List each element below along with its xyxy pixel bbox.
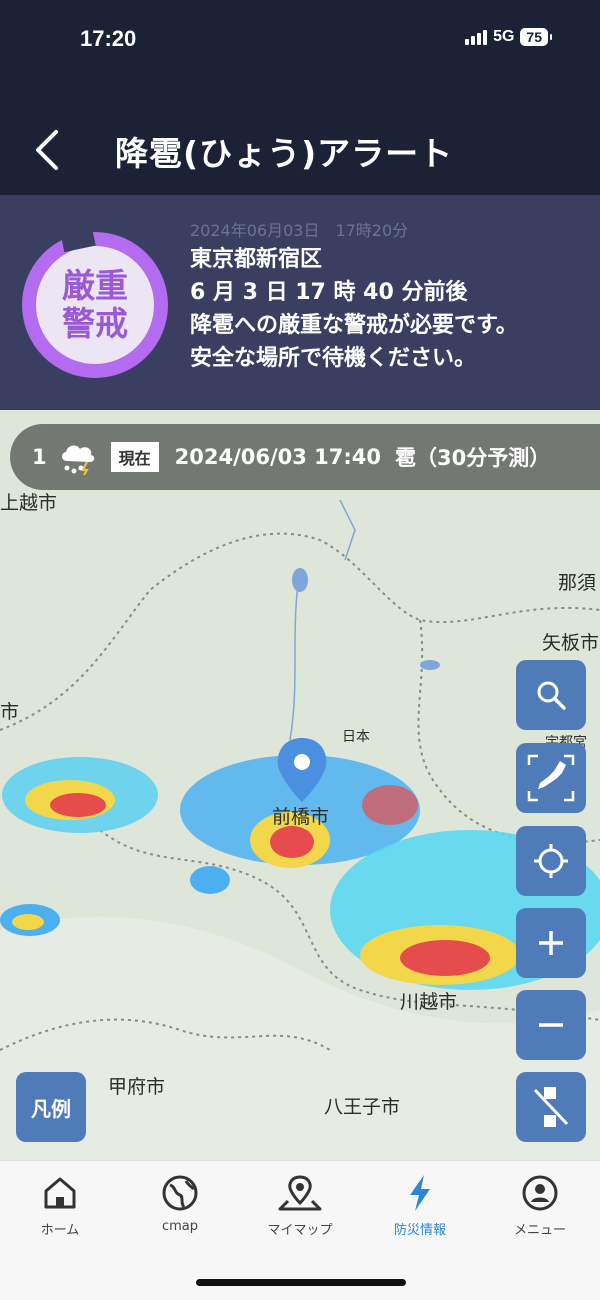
status-indicators: 5G 75: [465, 28, 552, 46]
traffic-light-off-icon: [533, 1087, 569, 1127]
japan-view-button[interactable]: [516, 743, 586, 813]
back-arrow-icon[interactable]: [30, 128, 66, 172]
alert-message-line2: 安全な場所で待機ください。: [190, 346, 477, 371]
map-label: 甲府市: [108, 1076, 166, 1098]
nav-item-cmap[interactable]: cmap: [120, 1173, 240, 1234]
bottom-navigation: ホーム cmap マイマップ 防災情報 メニュー: [0, 1160, 600, 1300]
lightning-icon: [410, 1175, 430, 1211]
home-icon: [44, 1177, 76, 1209]
map-label: 日本: [342, 729, 370, 745]
search-icon: [537, 681, 566, 710]
page-title: 降雹(ひょう)アラート: [115, 134, 454, 173]
status-time: 17:20: [80, 26, 137, 51]
alert-message: 東京都新宿区 6 月 3 日 17 時 40 分前後 降雹への厳重な警戒が必要で…: [190, 243, 518, 375]
map-label: 矢板市: [542, 632, 600, 654]
layer-toggle-button[interactable]: [516, 1072, 586, 1142]
alert-panel: 厳重 警戒 2024年06月03日 17時20分 東京都新宿区 6 月 3 日 …: [0, 195, 600, 410]
hail-cloud-icon: [61, 445, 94, 475]
home-indicator[interactable]: [196, 1279, 406, 1286]
alert-issued-datetime: 2024年06月03日 17時20分: [190, 221, 409, 240]
current-location-button[interactable]: [516, 826, 586, 896]
japan-map-icon: [527, 754, 575, 802]
nav-label: cmap: [161, 1219, 199, 1234]
plus-icon: [539, 931, 563, 955]
crosshair-icon: [534, 844, 568, 878]
nav-item-disaster-info[interactable]: 防災情報: [360, 1173, 480, 1238]
nav-item-menu[interactable]: メニュー: [480, 1173, 600, 1238]
alert-level-line2: 警戒: [62, 304, 128, 343]
network-label: 5G: [493, 28, 515, 45]
zoom-out-button[interactable]: [516, 990, 586, 1060]
minus-icon: [539, 1023, 563, 1027]
zoom-in-button[interactable]: [516, 908, 586, 978]
forecast-datetime: 2024/06/03 17:40: [174, 445, 382, 469]
user-icon: [522, 1175, 558, 1211]
alert-message-line1: 降雹への厳重な警戒が必要です。: [190, 313, 518, 338]
battery-icon: 75: [520, 28, 552, 46]
alert-level-line1: 厳重: [62, 266, 128, 305]
map-pin-icon: [278, 1175, 322, 1211]
map-label: 前橋市: [272, 806, 330, 828]
nav-label: メニュー: [513, 1223, 566, 1238]
map-label: 上越市: [0, 492, 58, 514]
now-badge: 現在: [110, 442, 159, 472]
nav-item-my-map[interactable]: マイマップ: [240, 1173, 360, 1238]
globe-icon: [162, 1175, 198, 1211]
forecast-step-number: 1: [32, 445, 47, 469]
alert-level-badge: 厳重 警戒: [22, 232, 168, 378]
map-label: 市: [0, 701, 20, 723]
legend-button[interactable]: 凡例: [16, 1072, 86, 1142]
nav-label: マイマップ: [267, 1223, 333, 1238]
search-button[interactable]: [516, 660, 586, 730]
alert-time: 6 月 3 日 17 時 40 分前後: [190, 280, 468, 305]
map-label: 那須: [558, 572, 597, 594]
map-label: 川越市: [400, 991, 458, 1013]
alert-area: 東京都新宿区: [190, 247, 323, 272]
nav-item-home[interactable]: ホーム: [0, 1173, 120, 1238]
map-canvas: [0, 410, 600, 1160]
forecast-type: 雹（30分予測）: [395, 446, 551, 470]
nav-label: 防災情報: [393, 1223, 446, 1238]
radar-map[interactable]: 上越市 那須 矢板市 市 日本 宇都宮市 前橋市 川越市 甲府市 八王子市 1 …: [0, 410, 600, 1160]
signal-icon: [465, 29, 488, 45]
forecast-time-bar[interactable]: 1 現在 2024/06/03 17:40 雹（30分予測）: [10, 424, 600, 490]
app-header: 17:20 5G 75 降雹(ひょう)アラート: [0, 0, 600, 195]
map-label: 八王子市: [324, 1096, 401, 1118]
nav-label: ホーム: [40, 1223, 80, 1238]
